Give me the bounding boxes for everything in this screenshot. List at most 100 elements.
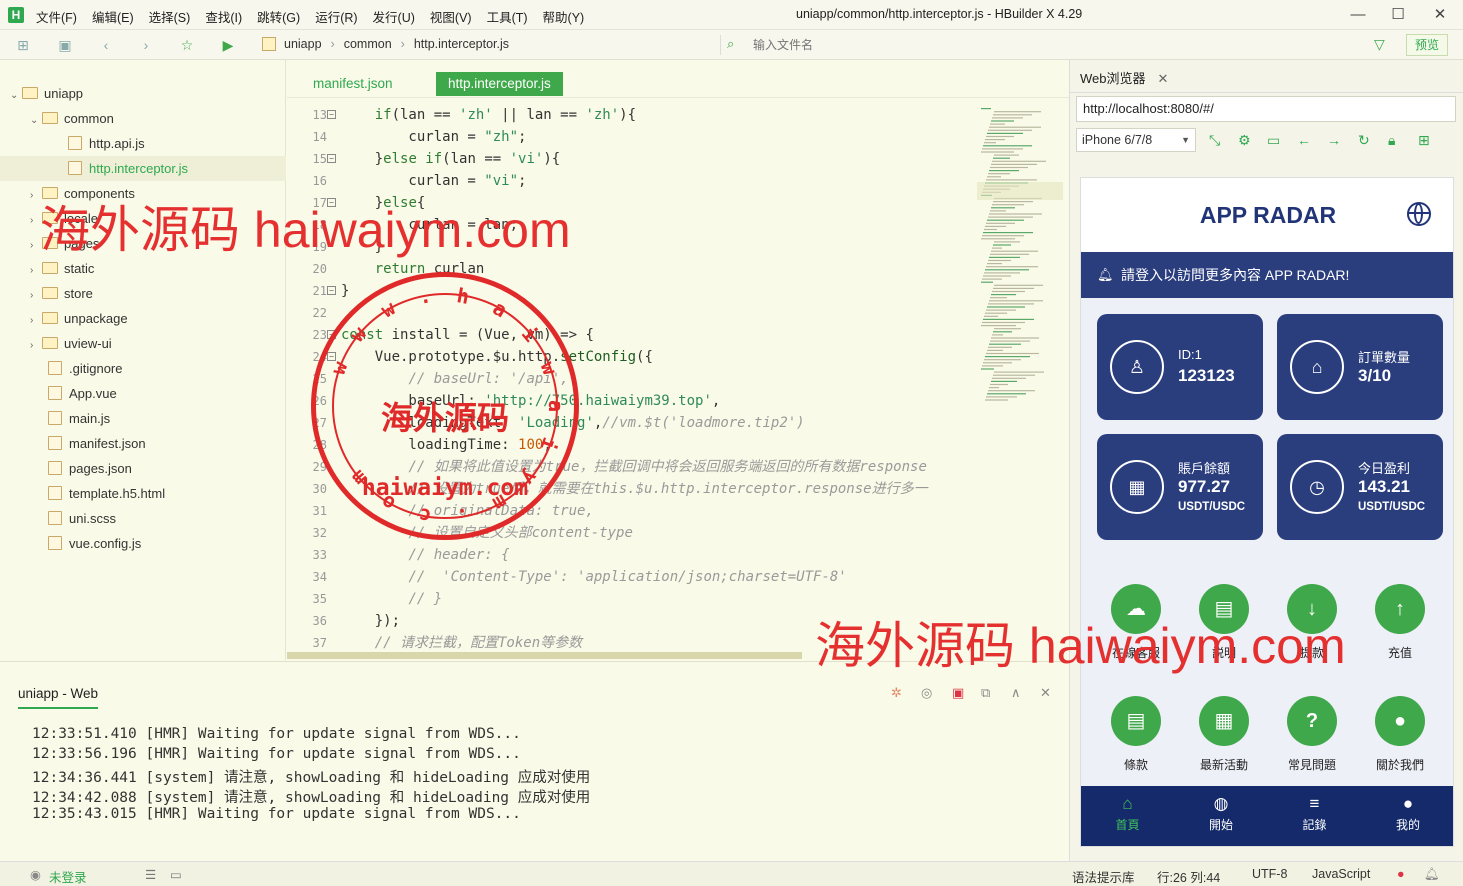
code-line[interactable]: 15− }else if(lan == 'vi'){	[287, 148, 977, 170]
stat-card[interactable]: ⌂ 訂單數量 3/10	[1277, 314, 1443, 420]
tree-item[interactable]: main.js	[0, 406, 286, 431]
settings-icon[interactable]: ⚙	[1238, 132, 1251, 149]
language-mode[interactable]: JavaScript	[1312, 867, 1370, 881]
console-icon[interactable]: ▭	[1267, 132, 1280, 149]
list-icon[interactable]: ☰	[145, 867, 156, 882]
nav-item[interactable]: ● 我的	[1362, 786, 1454, 846]
nav-item[interactable]: ◍ 開始	[1175, 786, 1268, 846]
lock-icon[interactable]: 🔒︎	[1388, 132, 1395, 149]
menu-item[interactable]: 文件(F)	[36, 7, 77, 26]
menu-item[interactable]: 视图(V)	[430, 7, 472, 26]
nav-item[interactable]: ⌂ 首頁	[1081, 786, 1174, 846]
breadcrumb-item[interactable]: common	[344, 37, 392, 51]
device-select[interactable]: iPhone 6/7/8 ▼	[1076, 128, 1196, 152]
tree-item[interactable]: › unpackage	[0, 306, 286, 331]
folder-icon	[42, 337, 58, 349]
menu-item[interactable]: 帮助(Y)	[543, 7, 585, 26]
stat-card[interactable]: ♙ ID:1 123123	[1097, 314, 1263, 420]
syntax-hint[interactable]: 语法提示库	[1072, 867, 1135, 886]
stat-card[interactable]: ◷ 今日盈利 143.21 USDT/USDC	[1277, 434, 1443, 540]
reload-icon[interactable]: ↻	[1358, 132, 1370, 149]
preview-button[interactable]: 预览	[1406, 34, 1448, 56]
step-icon[interactable]: ◎	[921, 685, 932, 701]
back-icon[interactable]: ‹	[97, 36, 115, 54]
code-line[interactable]: 16 curlan = "vi";	[287, 170, 977, 192]
menu-item[interactable]: 工具(T)	[487, 7, 528, 26]
forward-icon[interactable]: ›	[137, 36, 155, 54]
code-line[interactable]: 14 curlan = "zh";	[287, 126, 977, 148]
tree-item[interactable]: http.interceptor.js	[0, 156, 286, 181]
stat-card[interactable]: ▦ 賬戶餘額 977.27 USDT/USDC	[1097, 434, 1263, 540]
cursor-position[interactable]: 行:26 列:44	[1157, 867, 1220, 886]
back-arrow-icon[interactable]: ←	[1297, 132, 1311, 148]
tree-item[interactable]: template.h5.html	[0, 481, 286, 506]
fold-icon[interactable]: −	[327, 154, 336, 163]
maximize-icon[interactable]: ☐	[1388, 5, 1408, 25]
fold-icon[interactable]: −	[327, 110, 336, 119]
file-search-input[interactable]	[753, 37, 1353, 53]
tree-item[interactable]: ⌄ uniapp	[0, 81, 286, 106]
save-icon[interactable]: ▣	[56, 36, 74, 54]
tab-http-interceptor[interactable]: http.interceptor.js	[436, 72, 563, 96]
url-input[interactable]	[1083, 101, 1443, 116]
minimize-icon[interactable]: —	[1348, 5, 1368, 25]
tree-item[interactable]: App.vue	[0, 381, 286, 406]
console-tab[interactable]: uniapp - Web	[18, 686, 99, 709]
menu-item[interactable]: 发行(U)	[373, 7, 415, 26]
action-button[interactable]: ▦ 最新活動	[1179, 696, 1269, 773]
collapse-icon[interactable]: ∧	[1011, 685, 1021, 701]
breadcrumb-item[interactable]: uniapp	[284, 37, 322, 51]
line-number: 32	[312, 526, 327, 540]
tree-item[interactable]: vue.config.js	[0, 531, 286, 556]
action-button[interactable]: ? 常見問題	[1267, 696, 1357, 773]
tree-item[interactable]: uni.scss	[0, 506, 286, 531]
breadcrumb: uniapp › common › http.interceptor.js	[262, 37, 509, 51]
clear-icon[interactable]: ✕	[1040, 685, 1051, 701]
file-icon	[48, 536, 62, 550]
tree-item[interactable]: › uview-ui	[0, 331, 286, 356]
rotate-icon[interactable]: ⤡	[1209, 132, 1220, 149]
menu-item[interactable]: 编辑(E)	[92, 7, 134, 26]
star-icon[interactable]: ☆	[178, 36, 196, 54]
horizontal-scrollbar[interactable]	[287, 652, 802, 659]
open-window-icon[interactable]: ⧉	[981, 685, 990, 701]
code-line[interactable]: 13− if(lan == 'zh' || lan == 'zh'){	[287, 104, 977, 126]
debug-icon[interactable]: ✲	[891, 685, 902, 701]
encoding[interactable]: UTF-8	[1252, 867, 1287, 881]
new-file-icon[interactable]: ⊞	[14, 36, 32, 54]
bell-status-icon[interactable]: 🔔︎	[1424, 867, 1440, 882]
grid-view-icon[interactable]: ⊞	[1418, 132, 1430, 149]
tree-item[interactable]: manifest.json	[0, 431, 286, 456]
action-button[interactable]: ● 關於我們	[1355, 696, 1445, 773]
tree-item[interactable]: .gitignore	[0, 356, 286, 381]
code-line[interactable]: 34 // 'Content-Type': 'application/json;…	[287, 566, 977, 588]
menu-item[interactable]: 查找(I)	[205, 7, 242, 26]
browser-tab[interactable]: Web浏览器 ✕	[1080, 66, 1168, 92]
tab-manifest[interactable]: manifest.json	[301, 72, 405, 96]
tree-item[interactable]: pages.json	[0, 456, 286, 481]
login-status[interactable]: 未登录	[49, 867, 87, 886]
console-panel: uniapp - Web ✲ ◎ ▣ ⧉ ∧ ✕ 12:33:51.410 [H…	[0, 661, 1069, 861]
fold-icon[interactable]: −	[327, 286, 336, 295]
tree-item[interactable]: ⌄ common	[0, 106, 286, 131]
menu-item[interactable]: 选择(S)	[149, 7, 191, 26]
menu-item[interactable]: 运行(R)	[315, 7, 357, 26]
action-button[interactable]: ↑ 充值	[1355, 584, 1445, 661]
login-notice[interactable]: 🔔︎ 請登入以訪問更多內容 APP RADAR!	[1081, 252, 1453, 298]
nav-item[interactable]: ≡ 記錄	[1268, 786, 1361, 846]
log-line: 12:33:56.196 [HMR] Waiting for update si…	[32, 746, 521, 762]
stop-icon[interactable]: ▣	[952, 685, 964, 701]
terminal-icon[interactable]: ▭	[170, 867, 182, 882]
tree-item[interactable]: › store	[0, 281, 286, 306]
action-button[interactable]: ▤ 條款	[1091, 696, 1181, 773]
breadcrumb-item[interactable]: http.interceptor.js	[414, 37, 509, 51]
run-icon[interactable]: ▶	[219, 36, 237, 54]
language-globe-icon[interactable]	[1407, 202, 1431, 226]
tree-item[interactable]: http.api.js	[0, 131, 286, 156]
menu-item[interactable]: 跳转(G)	[257, 7, 300, 26]
minimap[interactable]	[977, 104, 1063, 424]
forward-arrow-icon[interactable]: →	[1327, 132, 1341, 148]
close-icon[interactable]: ✕	[1430, 5, 1450, 25]
close-tab-icon[interactable]: ✕	[1158, 71, 1169, 86]
code-line[interactable]: 33 // header: {	[287, 544, 977, 566]
